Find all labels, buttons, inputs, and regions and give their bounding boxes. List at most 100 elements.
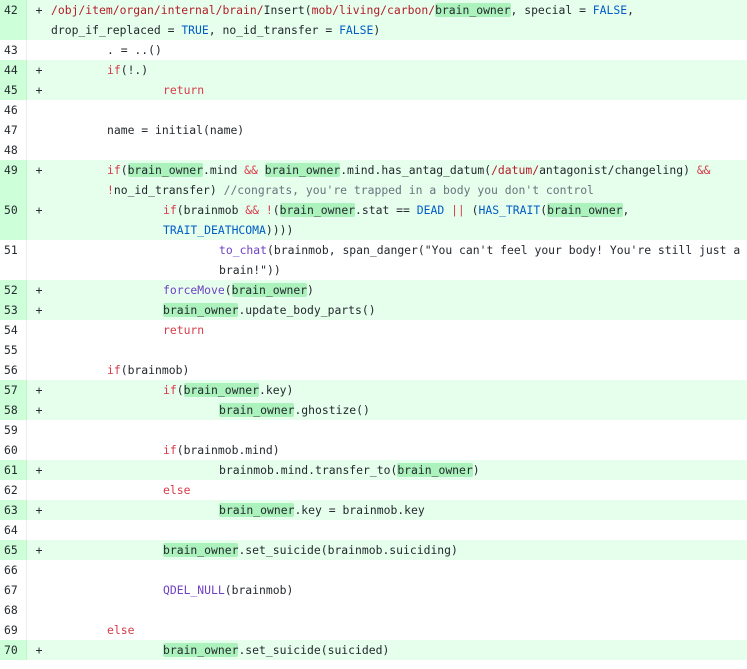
- code-token: /obj/item/organ/internal/brain/: [51, 3, 264, 17]
- line-number[interactable]: 53: [0, 300, 27, 320]
- code-token: , no_id_transfer =: [208, 23, 340, 37]
- diff-line-context: 46: [0, 100, 747, 120]
- line-number[interactable]: 63: [0, 500, 27, 520]
- code-line: forceMove(brain_owner): [51, 280, 747, 300]
- line-number[interactable]: 47: [0, 120, 27, 140]
- code-token: . = ..(): [107, 43, 162, 57]
- diff-line-context: 59: [0, 420, 747, 440]
- code-token: to_chat: [219, 243, 268, 257]
- code-token: .ghostize(): [294, 403, 370, 417]
- code-token-highlight: brain_owner: [183, 383, 260, 397]
- line-number[interactable]: 57: [0, 380, 27, 400]
- code-token: return: [163, 323, 205, 337]
- diff-marker: [27, 360, 51, 380]
- diff-line-context: 62 else: [0, 480, 747, 500]
- line-number[interactable]: 45: [0, 80, 27, 100]
- code-token-highlight: brain_owner: [163, 303, 239, 317]
- diff-line-added: 63 + brain_owner.key = brainmob.key: [0, 500, 747, 520]
- line-number[interactable]: 51: [0, 240, 27, 280]
- line-number[interactable]: 46: [0, 100, 27, 120]
- code-token: .update_body_parts(): [238, 303, 376, 317]
- code-token-highlight: brain_owner: [397, 463, 473, 477]
- diff-marker: +: [35, 203, 43, 217]
- diff-line-added: 61 + brainmob.mind.transfer_to(brain_owner…: [0, 460, 747, 480]
- code-token: if: [107, 363, 121, 377]
- diff-marker: +: [35, 403, 43, 417]
- line-number[interactable]: 70: [0, 640, 27, 660]
- code-token: (: [304, 3, 312, 17]
- diff-marker: [27, 600, 51, 620]
- code-token: .mind.has_antag_datum(: [340, 163, 492, 177]
- line-number[interactable]: 44: [0, 60, 27, 80]
- code-token: FALSE: [592, 3, 628, 17]
- line-number[interactable]: 61: [0, 460, 27, 480]
- diff-marker: +: [35, 463, 43, 477]
- line-number[interactable]: 62: [0, 480, 27, 500]
- diff-line-added: 52 + forceMove(brain_owner): [0, 280, 747, 300]
- code-token: ||: [451, 203, 465, 217]
- code-token: antagonist/changeling): [539, 163, 697, 177]
- line-number[interactable]: 59: [0, 420, 27, 440]
- diff-marker: [27, 240, 51, 280]
- line-number[interactable]: 69: [0, 620, 27, 640]
- line-number[interactable]: 50: [0, 200, 27, 240]
- code-line: brainmob.mind.transfer_to(brain_owner): [51, 460, 747, 480]
- line-number[interactable]: 43: [0, 40, 27, 60]
- diff-line-added: 58 + brain_owner.ghostize(): [0, 400, 747, 420]
- line-number[interactable]: 49: [0, 160, 27, 200]
- code-token: name = initial(name): [107, 123, 245, 137]
- line-number[interactable]: 60: [0, 440, 27, 460]
- line-number[interactable]: 58: [0, 400, 27, 420]
- code-token: TRAIT_DEATHCOMA: [163, 223, 266, 237]
- diff-marker: [27, 620, 51, 640]
- line-number[interactable]: 54: [0, 320, 27, 340]
- code-token: (brainmob, span_danger("You can't feel y…: [219, 243, 747, 277]
- diff-marker: +: [35, 163, 43, 177]
- line-number[interactable]: 48: [0, 140, 27, 160]
- diff-marker: +: [35, 543, 43, 557]
- diff-line-context: 54 return: [0, 320, 747, 340]
- code-line: brain_owner.key = brainmob.key: [51, 500, 747, 520]
- code-token: )))): [265, 223, 294, 237]
- code-token: ,: [622, 203, 637, 217]
- line-number[interactable]: 42: [0, 0, 27, 40]
- code-token: //congrats, you're trapped in a body you…: [223, 183, 594, 197]
- line-number[interactable]: 52: [0, 280, 27, 300]
- line-number[interactable]: 68: [0, 600, 27, 620]
- line-number[interactable]: 64: [0, 520, 27, 540]
- code-token: .set_suicide(brainmob.suiciding): [238, 543, 458, 557]
- line-number[interactable]: 66: [0, 560, 27, 580]
- diff-line-added: 57 + if(brain_owner.key): [0, 380, 747, 400]
- code-token: (brainmob: [176, 203, 246, 217]
- code-token: &&: [244, 163, 258, 177]
- code-line: name = initial(name): [51, 120, 747, 140]
- code-token: &&: [245, 203, 260, 217]
- code-token: (: [464, 203, 479, 217]
- diff-line-context: 51 to_chat(brainmob, span_danger("You can…: [0, 240, 747, 280]
- diff-line-added: 49 + if(brain_owner.mind && brain_owner.mi…: [0, 160, 747, 200]
- diff-marker: +: [35, 83, 43, 97]
- code-token: else: [163, 483, 191, 497]
- code-token-highlight: brain_owner: [279, 203, 356, 217]
- code-token: !: [265, 203, 273, 217]
- code-token: (: [272, 203, 280, 217]
- diff-line-added: 45 + return: [0, 80, 747, 100]
- code-token-highlight: brain_owner: [435, 3, 511, 17]
- line-number[interactable]: 65: [0, 540, 27, 560]
- line-number[interactable]: 67: [0, 580, 27, 600]
- diff-marker: [27, 420, 51, 440]
- diff-marker: [27, 320, 51, 340]
- code-token: &&: [696, 163, 711, 177]
- code-token-highlight: brain_owner: [163, 543, 239, 557]
- code-token: .stat ==: [355, 203, 417, 217]
- diff-line-added: 70 + brain_owner.set_suicide(suicided): [0, 640, 747, 660]
- diff-marker: [27, 440, 51, 460]
- line-number[interactable]: 55: [0, 340, 27, 360]
- code-line: to_chat(brainmob, span_danger("You can't…: [51, 240, 747, 280]
- line-number[interactable]: 56: [0, 360, 27, 380]
- code-token-highlight: brain_owner: [231, 283, 308, 297]
